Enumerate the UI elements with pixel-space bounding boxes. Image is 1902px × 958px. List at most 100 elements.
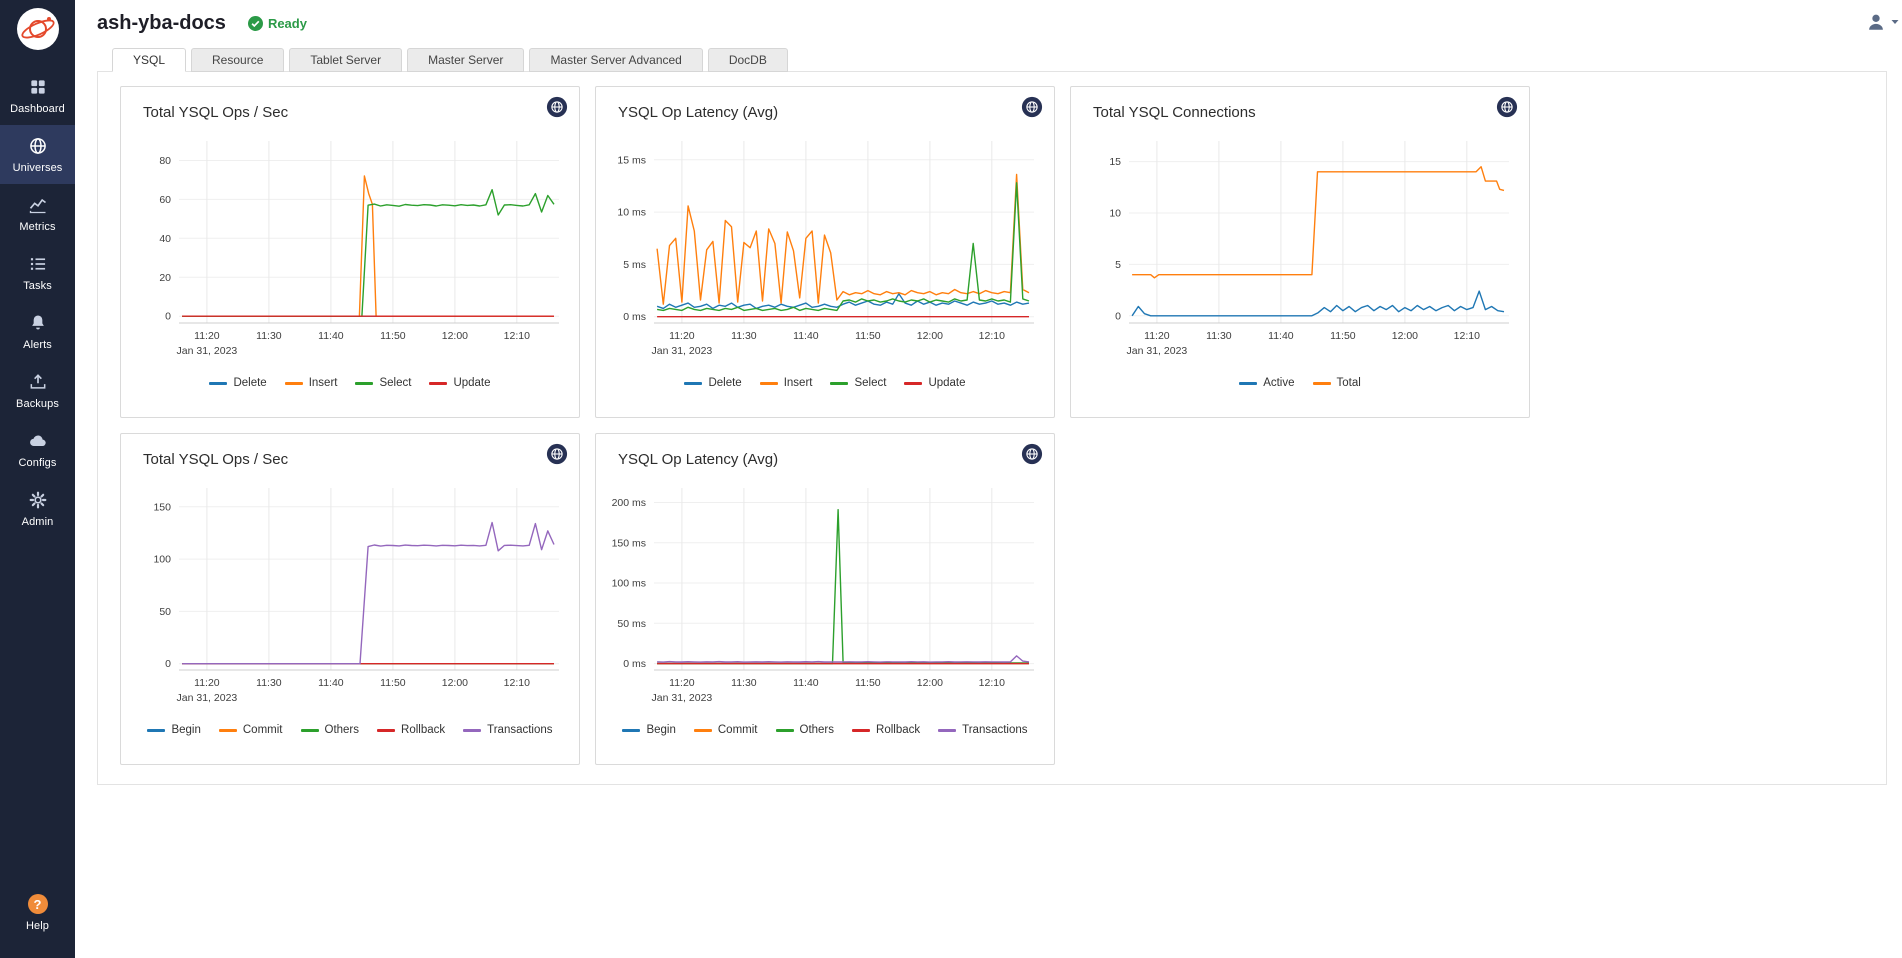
svg-text:11:50: 11:50	[855, 330, 881, 342]
svg-text:11:40: 11:40	[793, 330, 819, 342]
tab-tablet-server[interactable]: Tablet Server	[289, 48, 402, 72]
sidebar-item-label: Metrics	[19, 221, 55, 233]
sidebar-item-dashboard[interactable]: Dashboard	[0, 66, 75, 125]
legend-item-commit[interactable]: Commit	[694, 724, 758, 736]
legend-item-begin[interactable]: Begin	[622, 724, 675, 736]
svg-text:Jan 31, 2023: Jan 31, 2023	[177, 345, 238, 357]
chart-canvas[interactable]: 0 ms5 ms10 ms15 ms11:2011:3011:4011:5012…	[602, 125, 1048, 377]
legend-label: Update	[928, 377, 965, 389]
legend-item-update[interactable]: Update	[904, 377, 965, 389]
legend-item-select[interactable]: Select	[830, 377, 886, 389]
legend-label: Commit	[243, 724, 283, 736]
svg-text:12:00: 12:00	[917, 330, 943, 342]
legend-item-total[interactable]: Total	[1313, 377, 1361, 389]
svg-text:11:20: 11:20	[194, 330, 220, 342]
topbar: ash-yba-docs Ready	[75, 0, 1902, 46]
tab-resource[interactable]: Resource	[191, 48, 284, 72]
legend-item-update[interactable]: Update	[429, 377, 490, 389]
svg-text:11:50: 11:50	[1330, 330, 1356, 342]
chart-options-icon[interactable]	[1496, 96, 1518, 118]
chart-canvas[interactable]: 02040608011:2011:3011:4011:5012:0012:10J…	[127, 125, 573, 377]
user-menu[interactable]	[1865, 11, 1900, 33]
legend-label: Begin	[646, 724, 675, 736]
legend-swatch	[852, 729, 870, 732]
svg-text:12:10: 12:10	[979, 330, 1005, 342]
sidebar-item-help[interactable]: ? Help	[0, 883, 75, 942]
legend-item-insert[interactable]: Insert	[760, 377, 813, 389]
sidebar-item-backups[interactable]: Backups	[0, 361, 75, 420]
panel-ysql-op-latency-transactions: YSQL Op Latency (Avg) 0 ms50 ms100 ms150…	[595, 433, 1055, 765]
sidebar-item-tasks[interactable]: Tasks	[0, 243, 75, 302]
svg-text:0: 0	[1115, 310, 1121, 322]
panel-ysql-op-latency: YSQL Op Latency (Avg) 0 ms5 ms10 ms15 ms…	[595, 86, 1055, 418]
sidebar-item-label: Tasks	[23, 280, 52, 292]
status-text: Ready	[268, 16, 307, 31]
legend-label: Rollback	[876, 724, 920, 736]
chart-options-icon[interactable]	[1021, 96, 1043, 118]
sidebar-item-alerts[interactable]: Alerts	[0, 302, 75, 361]
legend-label: Insert	[784, 377, 813, 389]
legend-item-transactions[interactable]: Transactions	[463, 724, 552, 736]
check-circle-icon	[248, 16, 263, 31]
legend-swatch	[938, 729, 956, 732]
legend-item-delete[interactable]: Delete	[209, 377, 266, 389]
legend-item-select[interactable]: Select	[355, 377, 411, 389]
legend-item-others[interactable]: Others	[301, 724, 360, 736]
svg-text:11:30: 11:30	[731, 677, 757, 689]
tab-docdb[interactable]: DocDB	[708, 48, 788, 72]
chart-canvas[interactable]: 05010015011:2011:3011:4011:5012:0012:10J…	[127, 472, 573, 724]
svg-text:Jan 31, 2023: Jan 31, 2023	[177, 692, 238, 704]
legend-item-insert[interactable]: Insert	[285, 377, 338, 389]
legend-label: Insert	[309, 377, 338, 389]
legend-item-rollback[interactable]: Rollback	[377, 724, 445, 736]
legend-label: Total	[1337, 377, 1361, 389]
svg-text:12:10: 12:10	[979, 677, 1005, 689]
legend-swatch	[760, 382, 778, 385]
legend-label: Begin	[171, 724, 200, 736]
yugabyte-logo[interactable]	[16, 0, 60, 66]
tab-ysql[interactable]: YSQL	[112, 48, 186, 72]
svg-text:11:50: 11:50	[855, 677, 881, 689]
legend-label: Others	[800, 724, 835, 736]
help-icon: ?	[28, 894, 48, 914]
sidebar-item-admin[interactable]: Admin	[0, 479, 75, 538]
chart-title: Total YSQL Connections	[1071, 87, 1529, 121]
metrics-workspace: YSQL Resource Tablet Server Master Serve…	[97, 48, 1887, 785]
svg-text:11:40: 11:40	[318, 677, 344, 689]
chart-options-icon[interactable]	[546, 443, 568, 465]
svg-text:11:40: 11:40	[318, 330, 344, 342]
chart-title: YSQL Op Latency (Avg)	[596, 87, 1054, 121]
legend-swatch	[429, 382, 447, 385]
sidebar-item-universes[interactable]: Universes	[0, 125, 75, 184]
sidebar-item-configs[interactable]: Configs	[0, 420, 75, 479]
chart-title: Total YSQL Ops / Sec	[121, 87, 579, 121]
svg-text:0 ms: 0 ms	[623, 658, 646, 670]
chart-title: Total YSQL Ops / Sec	[121, 434, 579, 468]
legend-item-delete[interactable]: Delete	[684, 377, 741, 389]
legend-item-active[interactable]: Active	[1239, 377, 1294, 389]
svg-text:11:30: 11:30	[256, 330, 282, 342]
configs-icon	[28, 431, 48, 451]
svg-text:150 ms: 150 ms	[612, 537, 646, 549]
chart-options-icon[interactable]	[546, 96, 568, 118]
legend-item-begin[interactable]: Begin	[147, 724, 200, 736]
chart-canvas[interactable]: 0 ms50 ms100 ms150 ms200 ms11:2011:3011:…	[602, 472, 1048, 724]
user-icon	[1865, 11, 1887, 33]
legend-item-transactions[interactable]: Transactions	[938, 724, 1027, 736]
legend-swatch	[463, 729, 481, 732]
legend-item-others[interactable]: Others	[776, 724, 835, 736]
legend-swatch	[1313, 382, 1331, 385]
sidebar-item-metrics[interactable]: Metrics	[0, 184, 75, 243]
sidebar-item-label: Help	[26, 920, 49, 932]
chart-options-icon[interactable]	[1021, 443, 1043, 465]
main-content: ash-yba-docs Ready YSQL Resource Tablet …	[75, 0, 1902, 958]
chart-canvas[interactable]: 05101511:2011:3011:4011:5012:0012:10Jan …	[1077, 125, 1523, 377]
legend-item-rollback[interactable]: Rollback	[852, 724, 920, 736]
svg-text:12:00: 12:00	[1392, 330, 1418, 342]
legend-swatch	[904, 382, 922, 385]
tab-master-server-advanced[interactable]: Master Server Advanced	[529, 48, 702, 72]
tab-master-server[interactable]: Master Server	[407, 48, 524, 72]
universes-icon	[28, 136, 48, 156]
universe-title: ash-yba-docs	[97, 12, 226, 35]
legend-item-commit[interactable]: Commit	[219, 724, 283, 736]
